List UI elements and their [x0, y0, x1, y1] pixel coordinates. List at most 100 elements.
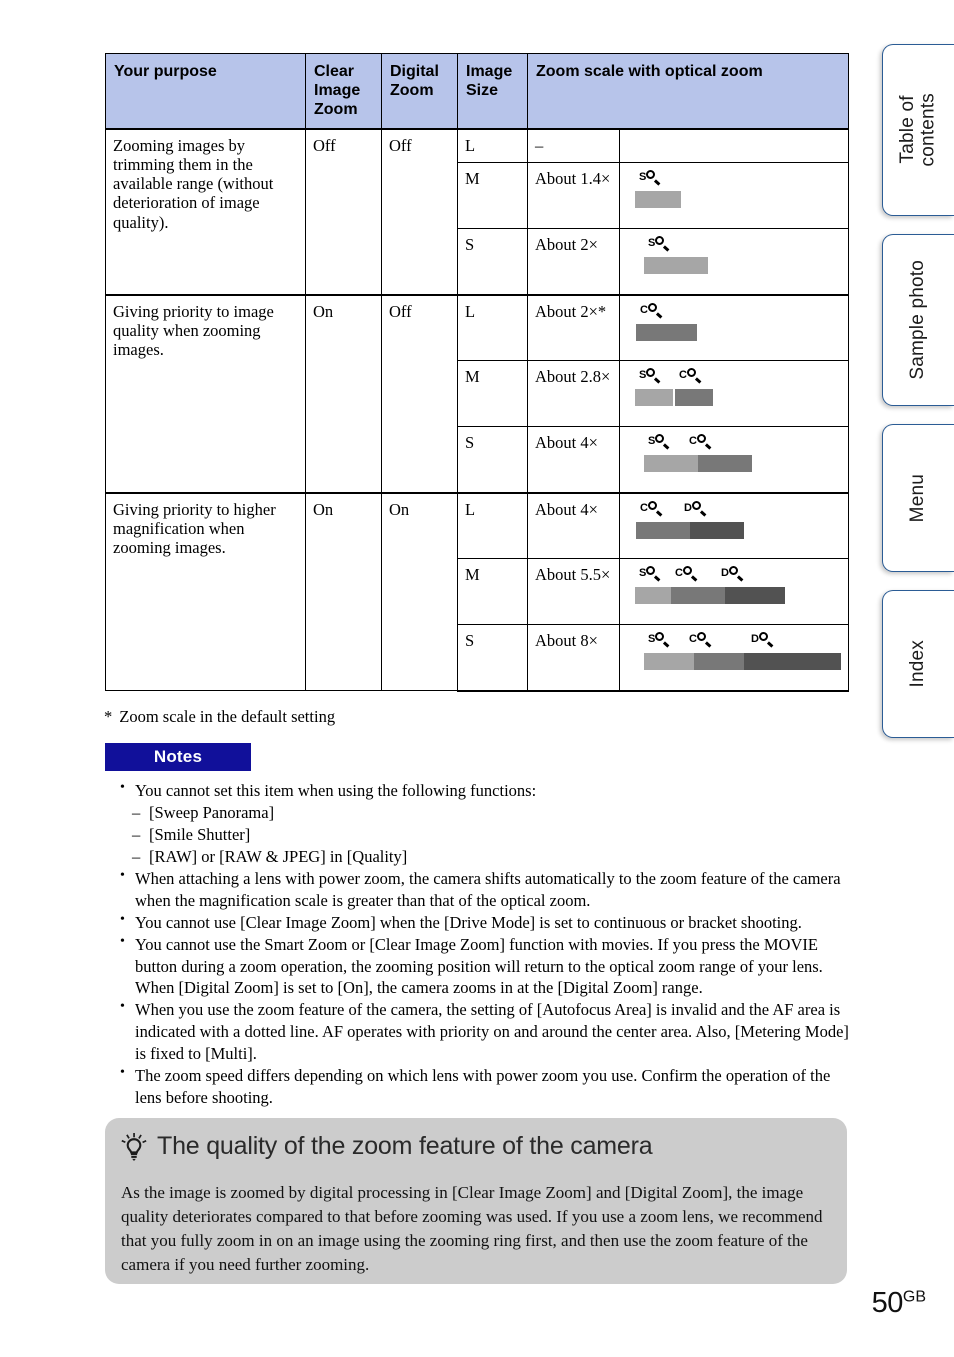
zoom-bar-icon-row: S: [627, 235, 841, 257]
magnifier-c-icon: C: [640, 500, 663, 517]
zoom-bar: S: [627, 235, 841, 275]
zoom-bar-icon-row: SCD: [627, 631, 841, 653]
zoom-bar: C: [627, 302, 841, 341]
zoom-bar-segment-s: [644, 455, 698, 473]
magnifier-icon-label: C: [675, 567, 683, 580]
sidebar-tab-table-of-contents[interactable]: Table of contents: [882, 44, 954, 216]
cell-image-size: M: [457, 162, 528, 230]
zoom-bar-track: [635, 389, 841, 407]
magnifier-glass-icon: [691, 500, 707, 517]
cell-zoom-bar-graphic: SCD: [618, 624, 850, 692]
zoom-bar-segment-s: [635, 191, 681, 209]
zoom-bar-icon-row: SC: [627, 367, 841, 389]
table-header-row: Your purpose Clear Image Zoom Digital Zo…: [105, 52, 850, 130]
page-number-suffix: GB: [902, 1288, 926, 1306]
sidebar-tab-label: Table of contents: [896, 93, 939, 167]
notes-banner-label: Notes: [153, 747, 203, 766]
magnifier-glass-icon: [646, 367, 661, 384]
zoom-bar-segment-c: [636, 521, 690, 539]
zoom-bar: SC: [627, 433, 841, 473]
zoom-bar-icon-row: C: [627, 302, 841, 324]
cell-image-size: L: [457, 491, 528, 560]
cell-zoom-scale-value: About 2×: [527, 228, 620, 296]
magnifier-glass-icon: [728, 565, 744, 582]
col-header-your-purpose: Your purpose: [105, 52, 306, 130]
dash-icon: –: [132, 824, 141, 844]
cell-your-purpose: Zooming images by trimming them in the a…: [105, 128, 306, 296]
magnifier-icon-label: C: [640, 303, 648, 316]
magnifier-glass-icon: [655, 235, 670, 252]
zoom-bar-track: [635, 191, 841, 209]
footnote-text: Zoom scale in the default setting: [119, 707, 336, 726]
cell-image-size: S: [457, 426, 528, 494]
dash-icon: –: [132, 846, 141, 866]
tip-title: The quality of the zoom feature of the c…: [157, 1132, 653, 1160]
zoom-bar-segment-s: [644, 653, 694, 671]
zoom-bar: S: [627, 169, 841, 209]
magnifier-s-icon: S: [639, 367, 661, 384]
page-number-value: 50: [871, 1287, 904, 1319]
table-row: Giving priority to higher magnification …: [105, 491, 850, 692]
sidebar-tab-label: Menu: [907, 473, 929, 523]
cell-image-size: L: [457, 128, 528, 164]
col-header-digital-zoom: Digital Zoom: [381, 52, 458, 130]
magnifier-c-icon: C: [675, 565, 698, 582]
zoom-scale-table: Your purpose Clear Image Zoom Digital Zo…: [105, 52, 850, 692]
cell-clear-image-zoom: On: [305, 293, 382, 494]
cell-zoom-scale-value: About 4×: [527, 491, 620, 560]
magnifier-glass-icon: [646, 565, 661, 582]
col-header-image-size: Image Size: [457, 52, 528, 130]
magnifier-s-icon: S: [639, 565, 661, 582]
magnifier-icon-label: S: [639, 567, 647, 580]
zoom-bar-segment-c: [671, 587, 725, 605]
magnifier-c-icon: C: [689, 631, 712, 648]
zoom-bar-segment-d: [690, 521, 744, 539]
zoom-bar-icon-row: SC: [627, 433, 841, 455]
note-item-text: The zoom speed differs depending on whic…: [135, 1066, 831, 1108]
note-item: • The zoom speed differs depending on whi…: [118, 1065, 858, 1109]
zoom-bar-track: [635, 587, 841, 605]
zoom-bar-segment-s: [644, 257, 708, 275]
tip-body: As the image is zoomed by digital proces…: [121, 1183, 823, 1275]
zoom-bar: SCD: [627, 631, 842, 671]
cell-zoom-bar-graphic: S: [618, 228, 850, 296]
magnifier-icon-label: C: [689, 435, 697, 448]
magnifier-glass-icon: [655, 631, 670, 648]
magnifier-s-icon: S: [648, 235, 670, 252]
cell-zoom-scale-value: –: [527, 128, 620, 164]
sidebar-tab-menu[interactable]: Menu: [882, 424, 954, 572]
sidebar-tabs: Table of contents Sample photo Menu Inde…: [874, 44, 954, 738]
zoom-bar-segment-d: [725, 587, 785, 605]
cell-digital-zoom: On: [381, 491, 458, 692]
zoom-bar-track: [636, 521, 841, 539]
magnifier-glass-icon: [758, 631, 774, 648]
note-subitem: – [Sweep Panorama]: [118, 802, 858, 824]
cell-zoom-bar-graphic: SC: [618, 426, 850, 494]
dash-icon: –: [132, 802, 141, 822]
bullet-icon: •: [120, 999, 125, 1015]
sidebar-tab-sample-photo[interactable]: Sample photo: [882, 234, 954, 406]
note-subitem: – [RAW] or [RAW & JPEG] in [Quality]: [118, 846, 858, 868]
magnifier-icon-label: S: [648, 435, 656, 448]
zoom-bar-icon-row: S: [627, 169, 841, 191]
zoom-bar-segment-d: [743, 653, 842, 671]
cell-clear-image-zoom: Off: [305, 128, 382, 296]
cell-image-size: S: [457, 624, 528, 692]
cell-clear-image-zoom: On: [305, 491, 382, 692]
tip-box: The quality of the zoom feature of the c…: [105, 1118, 847, 1284]
cell-zoom-scale-value: About 2.8×: [527, 360, 620, 428]
cell-your-purpose: Giving priority to image quality when zo…: [105, 293, 306, 494]
zoom-bar-segment-c: [693, 653, 744, 671]
sidebar-tab-index[interactable]: Index: [882, 590, 954, 738]
cell-zoom-scale-value: About 1.4×: [527, 162, 620, 230]
note-item-text: When attaching a lens with power zoom, t…: [135, 868, 841, 910]
note-subitem-text: [Smile Shutter]: [149, 824, 251, 844]
cell-image-size: M: [457, 558, 528, 626]
magnifier-glass-icon: [682, 565, 698, 582]
col-header-clear-image-zoom: Clear Image Zoom: [305, 52, 382, 130]
notes-banner: Notes: [105, 743, 251, 771]
footnote-marker: *: [104, 707, 113, 726]
magnifier-c-icon: C: [689, 433, 712, 450]
cell-zoom-bar-graphic: SCD: [618, 558, 850, 626]
bullet-icon: •: [120, 933, 125, 949]
